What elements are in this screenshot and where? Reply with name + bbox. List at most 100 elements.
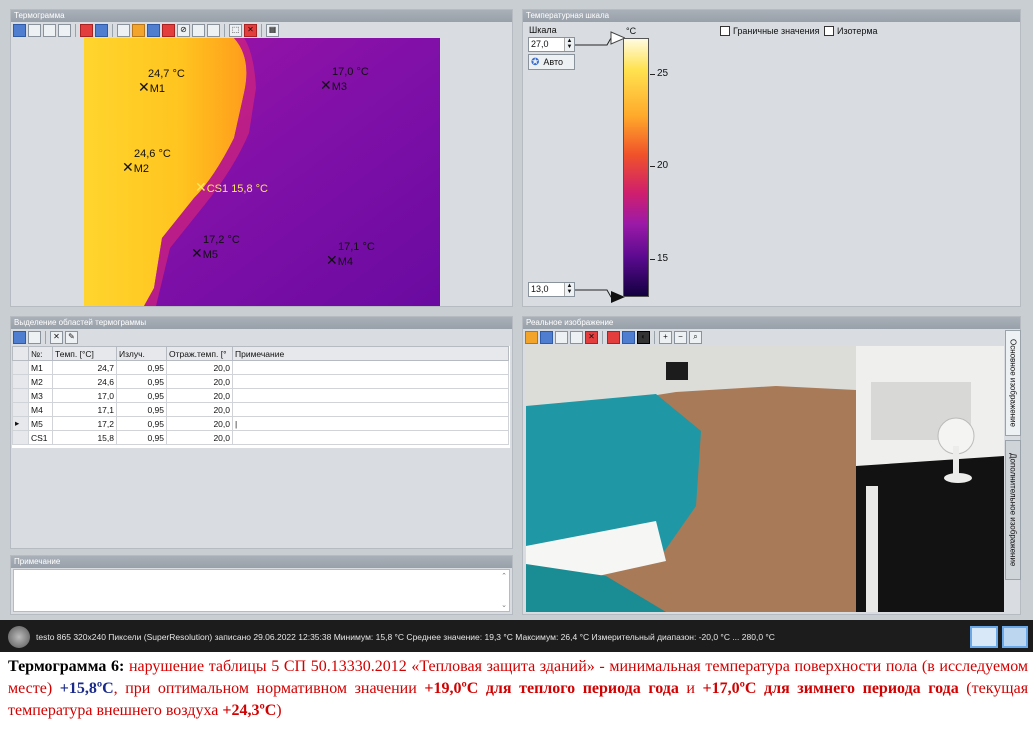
hot-spot-icon[interactable] <box>132 23 145 37</box>
copy-icon[interactable] <box>28 23 41 37</box>
print-icon[interactable] <box>58 23 71 37</box>
delete-icon[interactable]: ✕ <box>585 330 598 344</box>
measure-point-icon[interactable] <box>162 23 175 37</box>
isotherm-checkbox[interactable]: Изотерма <box>824 26 878 36</box>
contrast-icon[interactable]: ◐ <box>637 330 650 344</box>
palette-alt-icon[interactable] <box>95 23 108 37</box>
marker-m1[interactable]: 24,7 °C ✕M1 <box>138 68 185 95</box>
histogram-icon[interactable] <box>192 23 205 37</box>
cell-temp[interactable]: 17,0 <box>52 388 117 403</box>
scroll-down-icon[interactable]: ⌄ <box>501 601 507 609</box>
row-header[interactable] <box>12 360 29 375</box>
cell-emissivity[interactable]: 0,95 <box>116 430 167 445</box>
auto-button[interactable]: ✪ Авто <box>528 54 575 70</box>
cell-note[interactable] <box>232 374 509 389</box>
export-icon[interactable] <box>43 23 56 37</box>
marker-m5[interactable]: 17,2 °C ✕M5 <box>191 234 240 261</box>
cell-emissivity[interactable]: 0,95 <box>116 388 167 403</box>
copy-icon[interactable] <box>28 330 41 344</box>
cell-emissivity[interactable]: 0,95 <box>116 360 167 375</box>
no-marker-icon[interactable]: ⊘ <box>177 23 190 37</box>
cell-temp[interactable]: 17,2 <box>52 416 117 431</box>
save-icon[interactable] <box>540 330 553 344</box>
cell-temp[interactable]: 15,8 <box>52 430 117 445</box>
palette-alt-icon[interactable] <box>622 330 635 344</box>
zoom-in-icon[interactable]: + <box>659 330 672 344</box>
table-row[interactable]: CS1 15,8 0,95 20,0 <box>12 430 509 445</box>
spinner-arrows-icon[interactable]: ▲ ▼ <box>564 38 574 51</box>
open-icon[interactable] <box>525 330 538 344</box>
checkbox-icon[interactable] <box>720 26 730 36</box>
cell-reflected-temp[interactable]: 20,0 <box>166 360 233 375</box>
toolbar-separator <box>45 330 46 344</box>
row-header-selected[interactable]: ▸ <box>12 416 29 431</box>
cell-note[interactable] <box>232 430 509 445</box>
window-cascade-icon[interactable] <box>1002 626 1028 648</box>
scroll-up-icon[interactable]: ⌃ <box>501 572 507 580</box>
select-area-icon[interactable]: ⬚ <box>229 23 242 37</box>
print-icon[interactable] <box>570 330 583 344</box>
save-icon[interactable] <box>13 330 26 344</box>
window-layout-icon[interactable] <box>970 626 998 648</box>
cell-note[interactable] <box>232 402 509 417</box>
speaker-icon[interactable] <box>8 626 30 648</box>
cell-emissivity[interactable]: 0,95 <box>116 402 167 417</box>
column-header[interactable]: №: <box>28 346 53 361</box>
thermogram-image[interactable]: 24,7 °C ✕M1 24,6 °C ✕M2 17,0 °C ✕M3 17,1… <box>84 38 440 306</box>
marker-m2[interactable]: 24,6 °C ✕M2 <box>122 148 171 175</box>
color-scale-bar[interactable] <box>623 38 649 297</box>
pencil-icon[interactable]: ✎ <box>65 330 78 344</box>
palette-icon[interactable] <box>607 330 620 344</box>
copy-icon[interactable] <box>555 330 568 344</box>
cell-reflected-temp[interactable]: 20,0 <box>166 416 233 431</box>
column-header[interactable]: Излуч. <box>116 346 167 361</box>
cell-temp[interactable]: 17,1 <box>52 402 117 417</box>
profile-icon[interactable] <box>207 23 220 37</box>
cell-emissivity[interactable]: 0,95 <box>116 374 167 389</box>
table-row[interactable]: M2 24,6 0,95 20,0 <box>12 374 509 389</box>
table-row[interactable]: M1 24,7 0,95 20,0 <box>12 360 509 375</box>
cell-temp[interactable]: 24,6 <box>52 374 117 389</box>
row-header[interactable] <box>12 402 29 417</box>
tab-extra-image[interactable]: Дополнительное изображение <box>1005 440 1021 580</box>
column-header[interactable]: Примечание <box>232 346 509 361</box>
table-row[interactable]: M4 17,1 0,95 20,0 <box>12 402 509 417</box>
marker-m3[interactable]: 17,0 °C ✕M3 <box>320 66 369 93</box>
delete-marker-icon[interactable]: ✕ <box>244 23 257 37</box>
table-row[interactable]: ▸ M5 17,2 0,95 20,0 | <box>12 416 509 431</box>
grid-icon[interactable]: ▦ <box>266 23 279 37</box>
marker-m4[interactable]: 17,1 °C ✕M4 <box>326 241 375 268</box>
cell-reflected-temp[interactable]: 20,0 <box>166 374 233 389</box>
checkbox-icon[interactable] <box>824 26 834 36</box>
cell-temp[interactable]: 24,7 <box>52 360 117 375</box>
save-icon[interactable] <box>13 23 26 37</box>
zoom-out-icon[interactable]: − <box>674 330 687 344</box>
cell-reflected-temp[interactable]: 20,0 <box>166 402 233 417</box>
row-header[interactable] <box>12 388 29 403</box>
cold-spot-icon[interactable] <box>147 23 160 37</box>
cell-note[interactable] <box>232 360 509 375</box>
table-row[interactable]: M3 17,0 0,95 20,0 <box>12 388 509 403</box>
real-photo[interactable] <box>526 346 1004 612</box>
scale-min-input[interactable]: 13,0 ▲ ▼ <box>528 282 575 297</box>
palette-icon[interactable] <box>80 23 93 37</box>
scale-max-input[interactable]: 27,0 ▲ ▼ <box>528 37 575 52</box>
zoom-fit-icon[interactable]: ⌕ <box>689 330 702 344</box>
temperature-icon[interactable] <box>117 23 130 37</box>
row-header[interactable] <box>12 374 29 389</box>
cell-reflected-temp[interactable]: 20,0 <box>166 430 233 445</box>
row-header[interactable] <box>12 430 29 445</box>
delete-icon[interactable]: ✕ <box>50 330 63 344</box>
spinner-arrows-icon[interactable]: ▲ ▼ <box>564 283 574 296</box>
cell-reflected-temp[interactable]: 20,0 <box>166 388 233 403</box>
tab-main-image[interactable]: Основное изображение <box>1005 330 1021 436</box>
cell-note[interactable] <box>232 388 509 403</box>
cell-note-editing[interactable]: | <box>232 416 509 431</box>
column-header[interactable]: Темп. [°C] <box>52 346 117 361</box>
note-textarea[interactable]: ⌃ ⌄ <box>13 569 510 612</box>
column-header[interactable]: Отраж.темп. [° <box>166 346 233 361</box>
marker-temp: 17,0 °C <box>332 66 369 78</box>
cell-emissivity[interactable]: 0,95 <box>116 416 167 431</box>
marker-cs1[interactable]: ✕CS1 15,8 °C <box>195 180 268 195</box>
boundary-values-checkbox[interactable]: Граничные значения <box>720 26 819 36</box>
